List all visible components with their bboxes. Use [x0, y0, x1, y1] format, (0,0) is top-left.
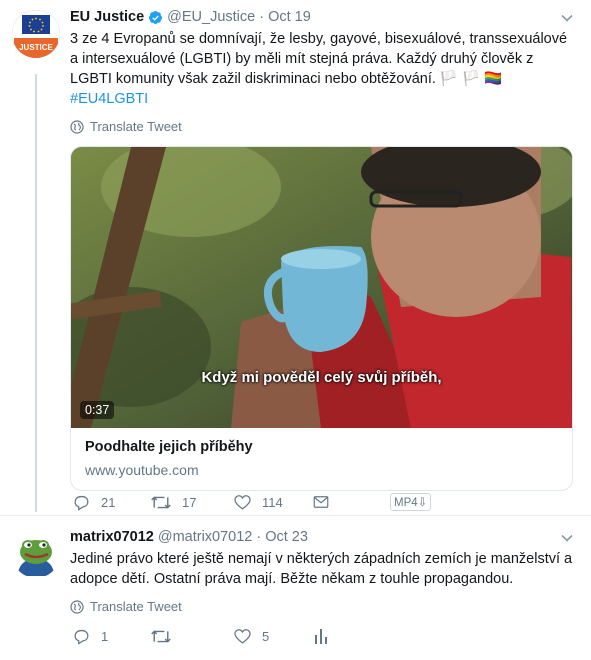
retweet-button[interactable]: 17	[150, 493, 196, 512]
like-count: 5	[262, 628, 270, 644]
hashtag-link[interactable]: #EU4LGBTI	[70, 91, 148, 107]
tweet-body: 3 ze 4 Evropanů se domnívají, že lesby, …	[70, 31, 568, 87]
caret-down-icon[interactable]	[559, 10, 575, 26]
avatar-matrix07012[interactable]	[12, 530, 60, 578]
retweet-icon	[151, 495, 171, 509]
timestamp[interactable]: Oct 23	[265, 528, 308, 547]
separator-dot: ·	[256, 529, 262, 545]
tweet-header: matrix07012 @matrix07012 · Oct 23	[70, 528, 577, 547]
tweet-eu-justice[interactable]: JUSTICE EU Justice @EU_Justice · Oct 19 …	[0, 0, 591, 515]
timestamp[interactable]: Oct 19	[268, 8, 311, 27]
retweet-button[interactable]	[150, 627, 172, 646]
video-subtitle: Když mi pověděl celý svůj příběh,	[201, 369, 442, 386]
frog-avatar-image	[12, 530, 60, 578]
globe-icon	[70, 119, 84, 134]
translate-tweet-link[interactable]: Translate Tweet	[70, 599, 577, 614]
display-name[interactable]: matrix07012	[70, 528, 154, 547]
video-player[interactable]: Když mi pověděl celý svůj příběh, 0:37	[71, 147, 572, 428]
tweet-content: matrix07012 @matrix07012 · Oct 23 Jediné…	[70, 528, 577, 614]
translate-label: Translate Tweet	[90, 599, 182, 614]
card-url: www.youtube.com	[85, 462, 199, 478]
mp4-download-button[interactable]: MP4⇩	[390, 493, 432, 511]
like-button[interactable]: 5	[233, 627, 269, 646]
caret-down-icon[interactable]	[559, 530, 575, 546]
avatar-logo-text: JUSTICE	[19, 43, 53, 52]
analytics-icon	[315, 629, 327, 644]
tweet-content: EU Justice @EU_Justice · Oct 19 3 ze 4 E…	[70, 8, 577, 491]
reply-button[interactable]: 21	[72, 493, 115, 512]
tweet-matrix07012[interactable]: matrix07012 @matrix07012 · Oct 23 Jediné…	[0, 516, 591, 660]
mp4-label: MP4⇩	[390, 493, 432, 511]
globe-icon	[70, 599, 84, 614]
reply-button[interactable]: 1	[72, 627, 108, 646]
translate-label: Translate Tweet	[90, 119, 182, 134]
like-icon	[234, 628, 251, 644]
avatar-eu-justice[interactable]: JUSTICE	[12, 10, 60, 58]
reply-icon	[74, 629, 89, 645]
separator-dot: ·	[259, 9, 265, 25]
tweet-actions: 1 5	[72, 624, 512, 648]
reply-icon	[74, 495, 89, 511]
share-button[interactable]	[312, 493, 330, 511]
translate-tweet-link[interactable]: Translate Tweet	[70, 119, 577, 134]
like-count: 114	[262, 494, 283, 510]
handle[interactable]: @matrix07012	[158, 528, 253, 547]
card-title[interactable]: Poodhalte jejich příběhy	[85, 439, 558, 455]
display-name[interactable]: EU Justice	[70, 8, 144, 27]
eu-justice-logo: JUSTICE	[12, 10, 60, 58]
retweet-icon	[151, 629, 171, 643]
share-icon	[313, 496, 329, 508]
video-card[interactable]: Když mi pověděl celý svůj příběh, 0:37 P…	[70, 146, 573, 491]
verified-badge-icon	[149, 10, 163, 25]
card-body[interactable]: Poodhalte jejich příběhy www.youtube.com	[71, 428, 572, 490]
tweet-header: EU Justice @EU_Justice · Oct 19	[70, 8, 577, 27]
video-duration-badge: 0:37	[80, 401, 115, 419]
retweet-count: 17	[182, 494, 197, 510]
like-icon	[234, 494, 251, 510]
reply-count: 21	[101, 494, 116, 510]
analytics-button[interactable]	[313, 627, 329, 645]
handle[interactable]: @EU_Justice	[167, 8, 255, 27]
tweet-text: Jediné právo které ještě nemají v někter…	[70, 551, 573, 587]
tweet-actions: 21 17 114 MP4⇩	[72, 490, 512, 514]
reply-count: 1	[101, 628, 109, 644]
tweet-text: 3 ze 4 Evropanů se domnívají, že lesby, …	[70, 29, 577, 109]
like-button[interactable]: 114	[233, 493, 283, 512]
